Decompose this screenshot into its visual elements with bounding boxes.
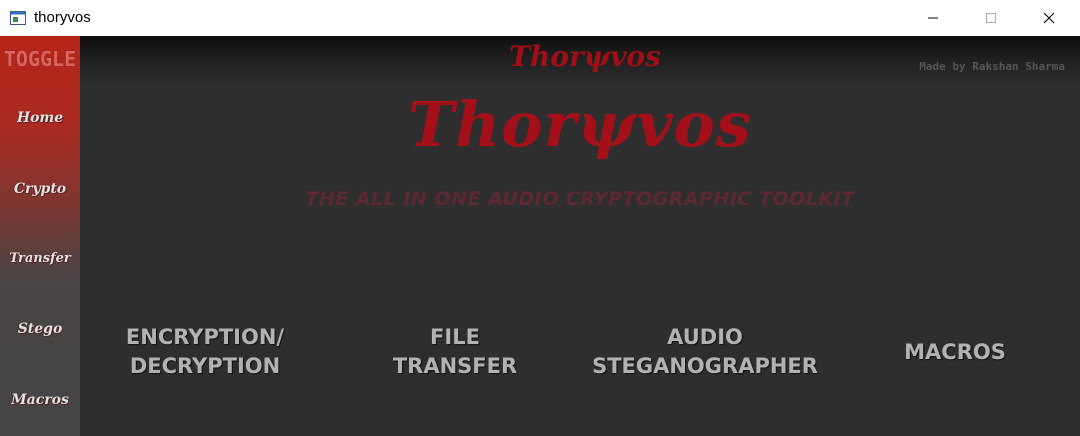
hero-subtitle: THE ALL IN ONE AUDIO CRYPTOGRAPHIC TOOLK…	[305, 188, 855, 210]
minimize-button[interactable]	[910, 0, 956, 36]
main-content: Thorψvos Made by Rakshan Sharma Thorψvos…	[80, 36, 1080, 436]
sidebar: TOGGLE Home Crypto Transfer Stego Macros	[0, 36, 80, 436]
sidebar-item-home[interactable]: Home	[0, 98, 80, 138]
sidebar-item-macros[interactable]: Macros	[0, 380, 80, 420]
maximize-icon	[986, 13, 996, 23]
top-bar: Thorψvos Made by Rakshan Sharma	[80, 36, 1080, 86]
sidebar-toggle-button[interactable]: TOGGLE	[0, 42, 80, 76]
author-credit: Made by Rakshan Sharma	[919, 60, 1065, 73]
close-icon	[1043, 12, 1055, 24]
file-transfer-button[interactable]: FILE TRANSFER	[380, 320, 530, 384]
maximize-button[interactable]	[968, 0, 1014, 36]
hero-title: Thorψvos	[408, 88, 752, 161]
window-title: thoryvos	[34, 9, 91, 26]
window-titlebar: thoryvos	[0, 0, 1080, 36]
sidebar-item-transfer[interactable]: Transfer	[0, 239, 80, 279]
app-icon	[10, 10, 26, 25]
macros-button[interactable]: MACROS	[880, 320, 1030, 384]
audio-steganographer-button[interactable]: AUDIO STEGANOGRAPHER	[592, 320, 818, 384]
sidebar-item-stego[interactable]: Stego	[0, 309, 80, 349]
sidebar-item-crypto[interactable]: Crypto	[0, 169, 80, 209]
encryption-decryption-button[interactable]: ENCRYPTION/ DECRYPTION	[115, 320, 295, 384]
close-button[interactable]	[1026, 0, 1072, 36]
minimize-icon	[928, 17, 938, 19]
